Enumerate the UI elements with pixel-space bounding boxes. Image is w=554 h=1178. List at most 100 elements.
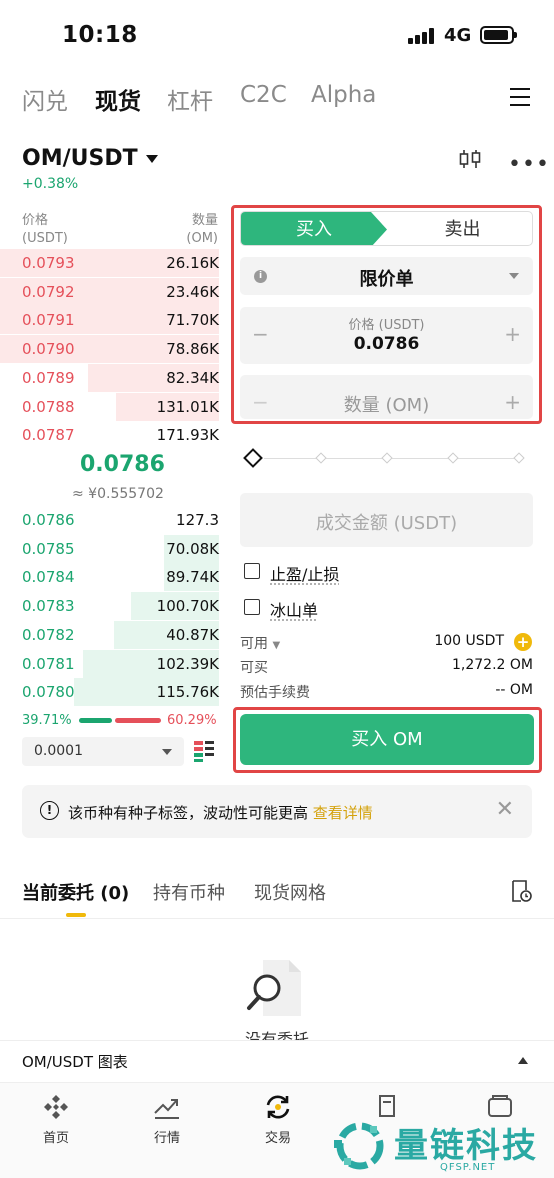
ask-price: 0.0792 <box>22 282 75 301</box>
ask-row[interactable]: 0.0788 131.01K <box>0 392 219 421</box>
precision-select[interactable]: 0.0001 <box>22 737 184 766</box>
side-tabs: 买入 卖出 <box>240 211 533 246</box>
close-icon[interactable]: ✕ <box>496 797 514 822</box>
ask-row[interactable]: 0.0789 82.34K <box>0 363 219 392</box>
nav-trade[interactable]: 交易 <box>243 1093 313 1146</box>
price-header: 价格 (USDT) <box>22 213 68 246</box>
slider-step-25[interactable] <box>315 452 327 464</box>
buy-tab[interactable]: 买入 <box>241 212 387 245</box>
bid-row[interactable]: 0.0780 115.76K <box>0 678 219 707</box>
quantity-placeholder: 数量 (OM) <box>343 395 430 416</box>
qty-header: 数量 (OM) <box>186 213 218 246</box>
ask-row[interactable]: 0.0790 78.86K <box>0 335 219 364</box>
iceberg-label[interactable]: 冰山单 <box>270 597 318 621</box>
bid-qty: 40.87K <box>166 625 219 644</box>
tab-swap[interactable]: 闪兑 <box>22 82 68 116</box>
slider-step-75[interactable] <box>447 452 459 464</box>
status-time: 10:18 <box>62 22 138 48</box>
tab-spot-grid[interactable]: 现货网格 <box>254 879 326 905</box>
tab-alpha[interactable]: Alpha <box>311 82 376 108</box>
signal-icon <box>408 28 436 44</box>
chart-trend-icon <box>154 1099 179 1119</box>
tab-holdings[interactable]: 持有币种 <box>153 879 225 905</box>
buy-ratio-bar <box>79 718 112 723</box>
buy-button[interactable]: 买入 OM <box>240 714 534 765</box>
ask-row[interactable]: 0.0787 171.93K <box>0 421 219 449</box>
can-buy-label: 可买 <box>240 660 268 676</box>
ask-qty: 78.86K <box>166 340 219 359</box>
ask-row[interactable]: 0.0792 23.46K <box>0 277 219 306</box>
tp-sl-label[interactable]: 止盈/止损 <box>270 561 339 585</box>
menu-icon[interactable] <box>510 88 530 106</box>
nav-trade-label: 交易 <box>264 1131 291 1146</box>
order-history-icon[interactable] <box>510 879 532 903</box>
amount-slider-handle[interactable] <box>243 448 263 468</box>
price-plus-button[interactable]: + <box>504 322 521 346</box>
tp-sl-checkbox[interactable] <box>244 563 260 579</box>
candlestick-icon[interactable] <box>458 148 482 170</box>
chart-toggle-bar[interactable]: OM/USDT 图表 <box>0 1040 554 1082</box>
network-type: 4G <box>444 25 472 46</box>
qty-plus-button[interactable]: + <box>504 390 521 414</box>
ask-price: 0.0787 <box>22 426 75 445</box>
empty-search-icon <box>247 960 301 1016</box>
ask-price: 0.0788 <box>22 397 75 416</box>
price-value: 0.0786 <box>353 334 420 354</box>
bid-row[interactable]: 0.0783 100.70K <box>0 592 219 621</box>
available-label[interactable]: 可用 ▼ <box>240 633 280 653</box>
sell-tab[interactable]: 卖出 <box>391 212 532 245</box>
notice-link[interactable]: 查看详情 <box>313 804 373 822</box>
pair-name[interactable]: OM/USDT <box>22 146 138 171</box>
nav-futures[interactable] <box>354 1093 424 1121</box>
watermark-logo: 量链科技 QFSP.NET <box>330 1118 554 1176</box>
bid-price: 0.0782 <box>22 625 75 644</box>
iceberg-checkbox[interactable] <box>244 599 260 615</box>
can-buy-value: 1,272.2 OM <box>452 657 533 673</box>
notice-text: 该币种有种子标签，波动性可能更高 <box>68 804 309 822</box>
ask-row[interactable]: 0.0793 26.16K <box>0 249 219 277</box>
orderbook-layout-icon[interactable] <box>193 740 215 762</box>
total-amount-input[interactable]: 成交金额 (USDT) <box>240 493 533 547</box>
nav-assets[interactable] <box>465 1093 535 1121</box>
buy-ratio: 39.71% <box>22 713 72 728</box>
tab-open-orders[interactable]: 当前委托 (0) <box>22 879 129 905</box>
price-label: 价格 (USDT) <box>348 318 425 333</box>
pair-dropdown-icon[interactable] <box>146 155 158 163</box>
trade-swap-icon <box>266 1095 290 1119</box>
nav-home[interactable]: 首页 <box>21 1093 91 1146</box>
more-icon[interactable]: ••• <box>508 152 550 177</box>
nav-markets-label: 行情 <box>153 1131 180 1146</box>
watermark-url: QFSP.NET <box>440 1162 496 1173</box>
tab-c2c[interactable]: C2C <box>240 82 287 108</box>
chevron-up-icon <box>518 1057 528 1064</box>
tab-margin[interactable]: 杠杆 <box>167 82 213 116</box>
risk-notice: ! 该币种有种子标签，波动性可能更高 查看详情 ✕ <box>22 785 532 838</box>
ask-qty: 26.16K <box>166 254 219 272</box>
slider-step-100[interactable] <box>513 452 525 464</box>
empty-text: 没有委托 <box>244 1030 309 1040</box>
home-icon <box>44 1095 68 1119</box>
bid-row[interactable]: 0.0784 89.74K <box>0 563 219 592</box>
watermark-mark-icon <box>334 1122 384 1170</box>
bid-qty: 89.74K <box>166 568 219 587</box>
bid-row[interactable]: 0.0782 40.87K <box>0 620 219 649</box>
bid-qty: 70.08K <box>166 539 219 558</box>
divider <box>0 918 554 919</box>
ask-qty: 131.01K <box>156 397 219 416</box>
slider-step-50[interactable] <box>381 452 393 464</box>
pair-change: +0.38% <box>22 176 79 192</box>
ask-price: 0.0791 <box>22 311 75 330</box>
price-input[interactable]: − 价格 (USDT) 0.0786 + <box>240 307 533 364</box>
order-type-label: 限价单 <box>359 269 414 290</box>
order-type-select[interactable]: i 限价单 <box>240 257 533 295</box>
bid-price: 0.0784 <box>22 568 75 587</box>
nav-markets[interactable]: 行情 <box>132 1093 202 1146</box>
bid-row[interactable]: 0.0785 70.08K <box>0 534 219 563</box>
chevron-down-icon <box>509 273 519 279</box>
bid-row[interactable]: 0.0786 127.3 <box>0 506 219 534</box>
deposit-plus-icon[interactable]: + <box>514 633 532 651</box>
quantity-input[interactable]: − 数量 (OM) + <box>240 375 533 419</box>
ask-row[interactable]: 0.0791 71.70K <box>0 306 219 335</box>
bid-row[interactable]: 0.0781 102.39K <box>0 649 219 678</box>
tab-spot[interactable]: 现货 <box>95 82 141 116</box>
